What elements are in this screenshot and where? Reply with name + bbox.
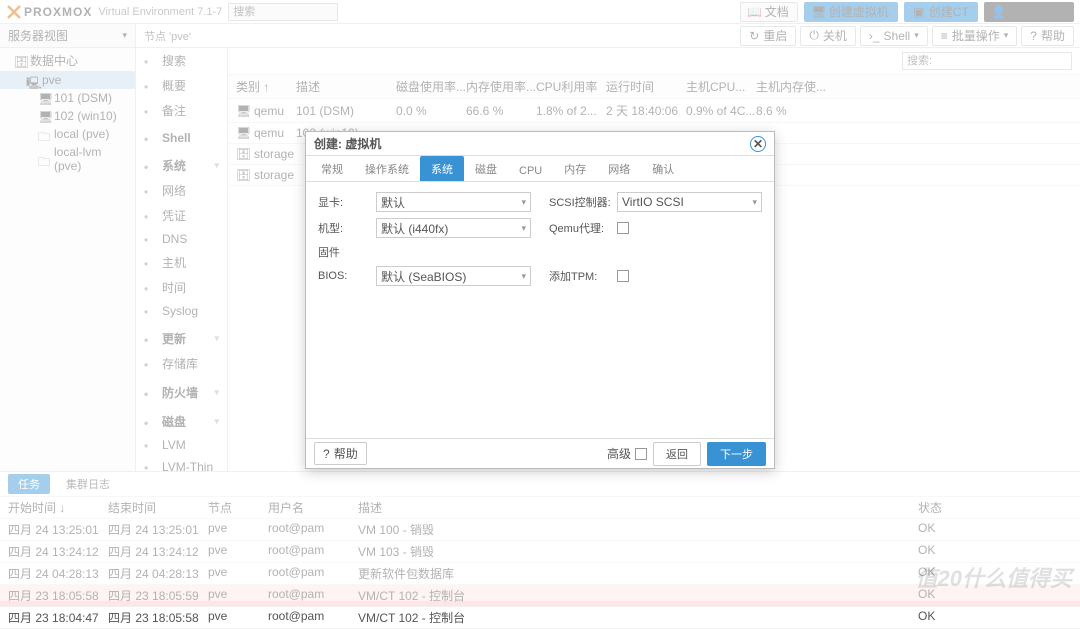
machine-label: 机型: [318,220,370,236]
log-row[interactable]: 四月 23 18:04:47四月 23 18:05:58pveroot@pamV… [0,607,1080,629]
wizard-tab-7[interactable]: 确认 [641,156,685,181]
qemu-agent-checkbox[interactable] [617,222,629,234]
advanced-checkbox[interactable] [635,448,647,460]
machine-select[interactable]: 默认 (i440fx)▾ [376,218,531,238]
firmware-label: 固件 [318,244,370,260]
advanced-label: 高级 [607,445,631,462]
tpm-label: 添加TPM: [549,268,611,284]
dialog-close-button[interactable]: ✕ [750,136,766,152]
wizard-tab-4[interactable]: CPU [508,160,553,181]
chevron-down-icon: ▾ [521,271,526,282]
graphic-select[interactable]: 默认▾ [376,192,531,212]
wizard-tab-6[interactable]: 网络 [597,156,641,181]
bios-label: BIOS: [318,270,370,282]
bios-select[interactable]: 默认 (SeaBIOS)▾ [376,266,531,286]
create-vm-dialog: 创建: 虚拟机 ✕ 常规操作系统系统磁盘CPU内存网络确认 显卡: 默认▾ SCS… [305,131,775,469]
chevron-down-icon: ▾ [521,197,526,208]
wizard-tab-2[interactable]: 系统 [420,156,464,181]
next-button[interactable]: 下一步 [707,442,766,466]
close-icon: ✕ [753,137,763,151]
back-button[interactable]: 返回 [653,442,701,466]
graphic-label: 显卡: [318,194,370,210]
scsi-label: SCSI控制器: [549,194,611,210]
scsi-select[interactable]: VirtIO SCSI▾ [617,192,762,212]
wizard-tab-1[interactable]: 操作系统 [354,156,420,181]
chevron-down-icon: ▾ [521,223,526,234]
tpm-checkbox[interactable] [617,270,629,282]
dialog-help-button[interactable]: ?帮助 [314,442,367,465]
wizard-tab-0[interactable]: 常规 [310,156,354,181]
chevron-down-icon: ▾ [752,197,757,208]
qemu-agent-label: Qemu代理: [549,220,611,236]
wizard-tab-5[interactable]: 内存 [553,156,597,181]
help-icon: ? [323,447,330,461]
wizard-tab-3[interactable]: 磁盘 [464,156,508,181]
dialog-title: 创建: 虚拟机 [314,135,381,152]
